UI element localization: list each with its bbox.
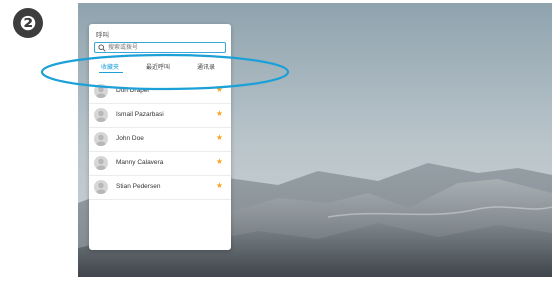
search-input[interactable] [108, 43, 223, 52]
divider [89, 127, 231, 128]
avatar-placeholder-icon [94, 156, 108, 170]
contact-name: Stian Pedersen [116, 183, 161, 190]
favorite-star-icon[interactable]: ★ [216, 181, 223, 190]
step-number-badge: ❷ [13, 8, 43, 38]
contact-row[interactable]: Don Draper ★ [89, 82, 231, 104]
contact-name: Manny Calavera [116, 159, 164, 166]
favorite-star-icon[interactable]: ★ [216, 85, 223, 94]
search-icon [98, 44, 106, 52]
tab-favorites[interactable]: 收藏夹 [101, 62, 119, 71]
contact-row[interactable]: John Doe ★ [89, 130, 231, 152]
avatar-placeholder-icon [94, 108, 108, 122]
contact-row[interactable]: Ismail Pazarbasi ★ [89, 106, 231, 128]
avatar-placeholder-icon [94, 84, 108, 98]
tab-bar: 收藏夹 最近呼叫 通讯录 [89, 60, 231, 74]
favorite-star-icon[interactable]: ★ [216, 157, 223, 166]
call-panel: 呼叫 收藏夹 最近呼叫 通讯录 Don Draper ★ Ismail Paza… [89, 24, 231, 250]
tab-directory[interactable]: 通讯录 [197, 62, 215, 71]
contact-name: Ismail Pazarbasi [116, 111, 164, 118]
panel-title: 呼叫 [96, 32, 109, 39]
divider [89, 151, 231, 152]
divider [89, 103, 231, 104]
contact-row[interactable]: Stian Pedersen ★ [89, 178, 231, 200]
active-tab-indicator [99, 72, 123, 73]
contact-row[interactable]: Manny Calavera ★ [89, 154, 231, 176]
search-field[interactable] [94, 42, 226, 53]
divider [89, 199, 231, 200]
tab-recent-calls[interactable]: 最近呼叫 [146, 62, 170, 71]
contact-name: Don Draper [116, 87, 150, 94]
avatar-placeholder-icon [94, 132, 108, 146]
favorite-star-icon[interactable]: ★ [216, 133, 223, 142]
divider [89, 175, 231, 176]
favorite-star-icon[interactable]: ★ [216, 109, 223, 118]
contact-name: John Doe [116, 135, 144, 142]
avatar-placeholder-icon [94, 180, 108, 194]
